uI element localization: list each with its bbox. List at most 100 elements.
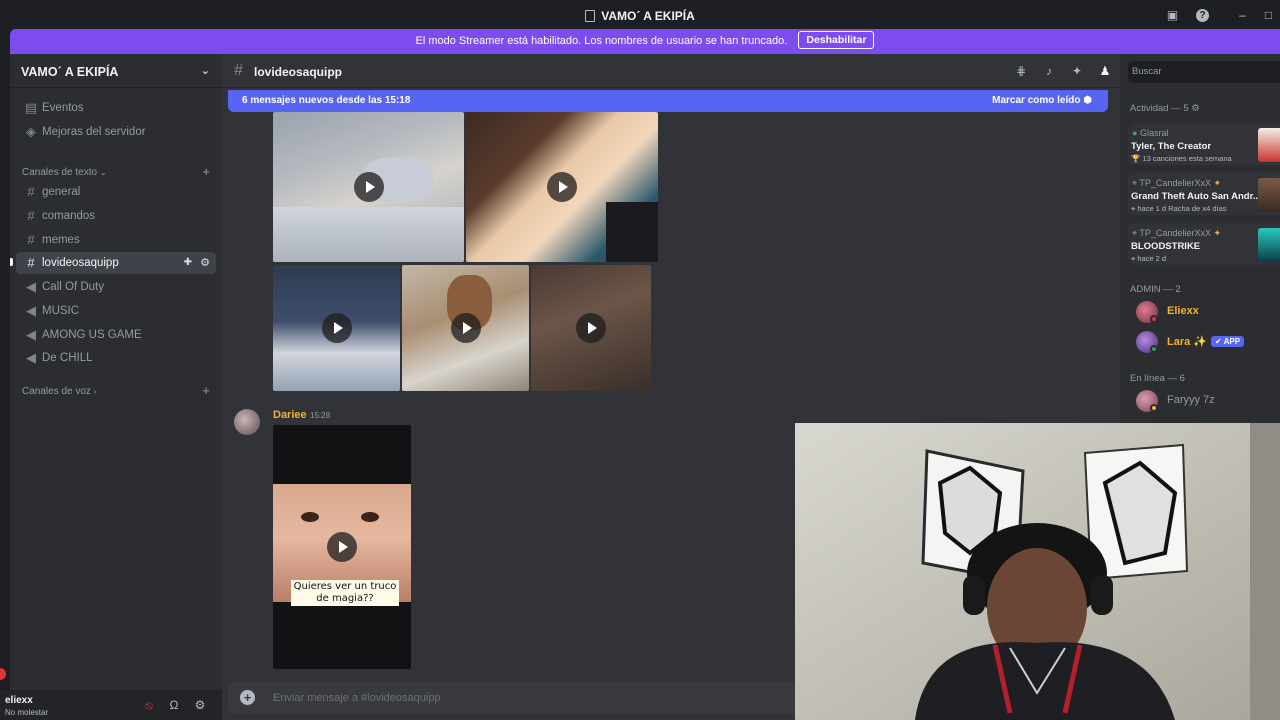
member-list-icon[interactable]: ♟ — [1098, 64, 1112, 78]
activity-user: ⌖ TP_CandelierXxX ✦ — [1132, 228, 1222, 238]
channel-name: lovideosaquipp — [254, 65, 343, 79]
channel-label: MUSIC — [42, 305, 80, 317]
sidebar-item-label: Mejoras del servidor — [42, 126, 146, 138]
speaker-icon: ◀ — [26, 327, 36, 342]
gear-icon[interactable]: ⚙ — [200, 252, 210, 274]
activity-user: ⌖ TP_CandelierXxX ✦ — [1132, 178, 1222, 188]
speaker-icon: ◀ — [26, 303, 36, 318]
status-dot — [1150, 345, 1158, 353]
channel-de-chill[interactable]: ◀ De CHILL — [16, 347, 216, 369]
video-thumbnail[interactable] — [402, 265, 529, 391]
channel-comandos[interactable]: # comandos — [16, 205, 216, 227]
activity-title: Tyler, The Creator — [1131, 141, 1212, 152]
message-timestamp: 15:28 — [310, 411, 331, 420]
channel-general[interactable]: # general — [16, 181, 216, 203]
mic-muted-icon[interactable]: ⦸ — [142, 698, 156, 712]
activity-title: BLOODSTRIKE — [1131, 241, 1201, 252]
title-bar: VAMO´ A EKIPÍA ▣ ? – □ — [0, 0, 1280, 30]
play-icon[interactable] — [576, 313, 606, 343]
activity-user: ● Glasral — [1132, 128, 1169, 138]
speaker-icon: ◀ — [26, 279, 36, 294]
user-status: No molestar — [5, 708, 49, 717]
video-thumbnail[interactable] — [466, 112, 658, 262]
hash-icon: # — [27, 184, 35, 199]
activity-detail: ⌖ hace 2 d — [1131, 254, 1167, 263]
search-input[interactable]: Buscar — [1128, 61, 1280, 83]
voice-channels-category[interactable]: Canales de voz › — [22, 386, 96, 397]
bell-icon[interactable]: ♪ — [1042, 64, 1056, 78]
sidebar-item-events[interactable]: ▤ Eventos — [16, 97, 216, 119]
minimize-icon[interactable]: – — [1236, 9, 1249, 22]
text-channels-category[interactable]: Canales de texto ⌄ — [22, 167, 107, 178]
game-art — [1258, 228, 1280, 262]
online-header: En línea — 6 — [1130, 373, 1185, 384]
channel-header: # lovideosaquipp ⋕ ♪ ✦ ♟ — [222, 54, 1120, 88]
inbox-icon[interactable]: ▣ — [1166, 9, 1179, 22]
maximize-icon[interactable]: □ — [1262, 9, 1275, 22]
add-attachment-icon[interactable]: + — [240, 690, 255, 705]
mark-read-icon: ⬢ — [1083, 95, 1092, 106]
threads-icon[interactable]: ⋕ — [1014, 64, 1028, 78]
webcam-feed — [795, 423, 1280, 720]
hash-icon: # — [27, 232, 35, 247]
activity-card[interactable]: ⌖ TP_CandelierXxX ✦ Grand Theft Auto San… — [1128, 173, 1280, 215]
channel-among-us[interactable]: ◀ AMONG US GAME — [16, 324, 216, 346]
streamer-mode-banner: El modo Streamer está habilitado. Los no… — [10, 29, 1280, 54]
speaker-icon: ◀ — [26, 350, 36, 365]
streamer-banner-text: El modo Streamer está habilitado. Los no… — [415, 35, 788, 47]
channel-label: Call Of Duty — [42, 281, 104, 293]
channel-call-of-duty[interactable]: ◀ Call Of Duty — [16, 276, 216, 298]
boost-icon: ◈ — [26, 124, 36, 139]
settings-gear-icon[interactable]: ⚙ — [193, 698, 207, 712]
activity-title: Grand Theft Auto San Andr... — [1131, 191, 1261, 202]
activity-detail: 🏆 13 canciones esta semana — [1131, 154, 1232, 163]
server-header[interactable]: VAMO´ A EKIPÍA ⌄ — [10, 54, 222, 88]
gamepad-icon: ⌖ — [1132, 178, 1138, 188]
video-thumbnail[interactable] — [531, 265, 651, 391]
mark-read-button[interactable]: Marcar como leído ⬢ — [992, 90, 1092, 112]
channel-lovideosaquipp[interactable]: # lovideosaquipp ✚ ⚙ — [16, 252, 216, 274]
play-icon[interactable] — [450, 313, 481, 343]
disable-streamer-button[interactable]: Deshabilitar — [798, 31, 875, 49]
status-dot — [1150, 404, 1158, 412]
username[interactable]: eliexx — [5, 695, 33, 706]
message-input[interactable]: Enviar mensaje a #lovideosaquipp — [273, 692, 441, 704]
status-dot — [1150, 315, 1158, 323]
video-thumbnail[interactable] — [273, 265, 400, 391]
channel-memes[interactable]: # memes — [16, 229, 216, 251]
member-name: Lara ✨ ✔ APP — [1167, 335, 1245, 348]
webcam-overlay — [795, 423, 1280, 720]
sidebar-item-label: Eventos — [42, 102, 84, 114]
activity-card[interactable]: ⌖ TP_CandelierXxX ✦ BLOODSTRIKE ⌖ hace 2… — [1128, 223, 1280, 265]
video-thumbnail[interactable] — [273, 112, 464, 262]
channel-label: memes — [42, 234, 80, 246]
channel-music[interactable]: ◀ MUSIC — [16, 300, 216, 322]
play-icon[interactable] — [547, 172, 577, 202]
message-author[interactable]: Dariee — [273, 409, 307, 421]
invite-icon[interactable]: ✚ — [184, 252, 192, 274]
user-panel: eliexx No molestar ⦸ Ω ⚙ — [0, 690, 222, 720]
new-messages-bar[interactable]: 6 mensajes nuevos desde las 15:18 Marcar… — [228, 90, 1108, 112]
channel-label: De CHILL — [42, 352, 93, 364]
play-icon[interactable] — [353, 172, 384, 202]
activity-detail: ⌖ hace 1 d Racha de x4 días — [1131, 204, 1227, 213]
play-icon[interactable] — [327, 532, 357, 562]
sidebar-item-boosts[interactable]: ◈ Mejoras del servidor — [16, 121, 216, 143]
gamepad-icon: ⌖ — [1132, 228, 1138, 238]
hash-icon: # — [234, 62, 243, 79]
video-attachment[interactable]: Quieres ver un truco de magia?? — [273, 425, 411, 669]
admin-header: ADMIN — 2 — [1130, 284, 1181, 295]
new-messages-text: 6 mensajes nuevos desde las 15:18 — [242, 95, 411, 106]
channel-label: comandos — [42, 210, 96, 222]
headphones-icon[interactable]: Ω — [167, 698, 181, 712]
add-text-channel-icon[interactable]: + — [202, 164, 210, 179]
avatar[interactable] — [234, 409, 260, 435]
game-art — [1258, 178, 1280, 212]
video-caption: Quieres ver un truco de magia?? — [291, 580, 399, 606]
pin-icon[interactable]: ✦ — [1070, 64, 1084, 78]
add-voice-channel-icon[interactable]: + — [202, 383, 210, 398]
channel-label: AMONG US GAME — [42, 329, 142, 341]
help-icon[interactable]: ? — [1196, 9, 1209, 22]
play-icon[interactable] — [321, 313, 352, 343]
activity-card[interactable]: ● Glasral Tyler, The Creator 🏆 13 cancio… — [1128, 123, 1280, 165]
